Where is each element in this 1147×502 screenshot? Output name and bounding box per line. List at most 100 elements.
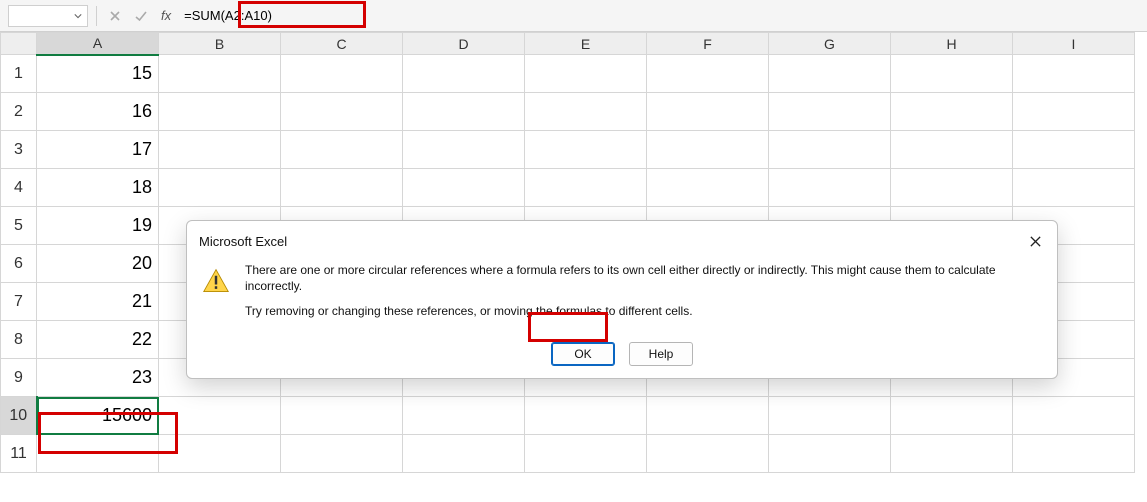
- cell[interactable]: 22: [37, 321, 159, 359]
- cell[interactable]: 19: [37, 207, 159, 245]
- cell[interactable]: [1013, 435, 1135, 473]
- cell[interactable]: [525, 397, 647, 435]
- cell[interactable]: [1013, 55, 1135, 93]
- row-header[interactable]: 10: [1, 397, 37, 435]
- table-row: 418: [1, 169, 1135, 207]
- cell[interactable]: 16: [37, 93, 159, 131]
- cell[interactable]: [281, 169, 403, 207]
- cell[interactable]: [159, 169, 281, 207]
- cell[interactable]: [403, 93, 525, 131]
- row-header[interactable]: 5: [1, 207, 37, 245]
- row-header[interactable]: 2: [1, 93, 37, 131]
- cell[interactable]: 18: [37, 169, 159, 207]
- check-icon[interactable]: [131, 6, 151, 26]
- cell[interactable]: [525, 169, 647, 207]
- cell[interactable]: [769, 169, 891, 207]
- dialog-message-1: There are one or more circular reference…: [245, 263, 1039, 294]
- row-header[interactable]: 6: [1, 245, 37, 283]
- table-row: 11: [1, 435, 1135, 473]
- column-header[interactable]: G: [769, 33, 891, 55]
- cell[interactable]: [159, 397, 281, 435]
- cell[interactable]: [403, 435, 525, 473]
- row-header[interactable]: 8: [1, 321, 37, 359]
- ok-button[interactable]: OK: [551, 342, 615, 366]
- cell[interactable]: [647, 435, 769, 473]
- column-header[interactable]: I: [1013, 33, 1135, 55]
- row-header[interactable]: 1: [1, 55, 37, 93]
- cell[interactable]: 20: [37, 245, 159, 283]
- cell[interactable]: [769, 397, 891, 435]
- row-header[interactable]: 3: [1, 131, 37, 169]
- cell[interactable]: 21: [37, 283, 159, 321]
- cell[interactable]: [647, 131, 769, 169]
- select-all-corner[interactable]: [1, 33, 37, 55]
- cell[interactable]: 15600: [37, 397, 159, 435]
- cell[interactable]: [891, 55, 1013, 93]
- cell[interactable]: [159, 131, 281, 169]
- fx-label[interactable]: fx: [157, 8, 175, 23]
- cell[interactable]: [891, 169, 1013, 207]
- warning-icon: [201, 263, 231, 330]
- cell[interactable]: [769, 435, 891, 473]
- name-box[interactable]: [8, 5, 88, 27]
- cell[interactable]: [769, 93, 891, 131]
- column-header[interactable]: E: [525, 33, 647, 55]
- table-row: 317: [1, 131, 1135, 169]
- formula-input[interactable]: [181, 5, 311, 27]
- column-header[interactable]: D: [403, 33, 525, 55]
- table-row: 1015600: [1, 397, 1135, 435]
- cell[interactable]: [159, 435, 281, 473]
- cell[interactable]: [281, 93, 403, 131]
- cell[interactable]: 23: [37, 359, 159, 397]
- cell[interactable]: [159, 93, 281, 131]
- separator: [96, 6, 97, 26]
- row-header[interactable]: 7: [1, 283, 37, 321]
- cell[interactable]: [891, 397, 1013, 435]
- cell[interactable]: [281, 131, 403, 169]
- cell[interactable]: [525, 55, 647, 93]
- cell[interactable]: [647, 397, 769, 435]
- chevron-down-icon[interactable]: [73, 11, 83, 21]
- column-header[interactable]: A: [37, 33, 159, 55]
- table-row: 115: [1, 55, 1135, 93]
- cell[interactable]: [525, 93, 647, 131]
- cell[interactable]: [647, 93, 769, 131]
- help-button[interactable]: Help: [629, 342, 693, 366]
- cell[interactable]: 15: [37, 55, 159, 93]
- cell[interactable]: [1013, 169, 1135, 207]
- cell[interactable]: [281, 435, 403, 473]
- row-header[interactable]: 4: [1, 169, 37, 207]
- row-header[interactable]: 11: [1, 435, 37, 473]
- cell[interactable]: [525, 435, 647, 473]
- column-header[interactable]: H: [891, 33, 1013, 55]
- close-icon[interactable]: [1023, 229, 1047, 253]
- error-dialog: Microsoft Excel There are one or more ci…: [186, 220, 1058, 379]
- cell[interactable]: [403, 397, 525, 435]
- cell[interactable]: [281, 397, 403, 435]
- cell[interactable]: [159, 55, 281, 93]
- cell[interactable]: [403, 55, 525, 93]
- cell[interactable]: [281, 55, 403, 93]
- cell[interactable]: [769, 131, 891, 169]
- cell[interactable]: [37, 435, 159, 473]
- cancel-icon[interactable]: [105, 6, 125, 26]
- dialog-message-2: Try removing or changing these reference…: [245, 304, 1039, 320]
- cell[interactable]: [1013, 131, 1135, 169]
- formula-bar-area: fx: [0, 0, 1147, 32]
- cell[interactable]: [1013, 397, 1135, 435]
- cell[interactable]: [647, 55, 769, 93]
- cell[interactable]: [647, 169, 769, 207]
- cell[interactable]: [525, 131, 647, 169]
- cell[interactable]: [891, 435, 1013, 473]
- row-header[interactable]: 9: [1, 359, 37, 397]
- cell[interactable]: [1013, 93, 1135, 131]
- cell[interactable]: 17: [37, 131, 159, 169]
- column-header[interactable]: F: [647, 33, 769, 55]
- cell[interactable]: [891, 131, 1013, 169]
- cell[interactable]: [769, 55, 891, 93]
- cell[interactable]: [403, 169, 525, 207]
- cell[interactable]: [891, 93, 1013, 131]
- column-header[interactable]: C: [281, 33, 403, 55]
- cell[interactable]: [403, 131, 525, 169]
- column-header[interactable]: B: [159, 33, 281, 55]
